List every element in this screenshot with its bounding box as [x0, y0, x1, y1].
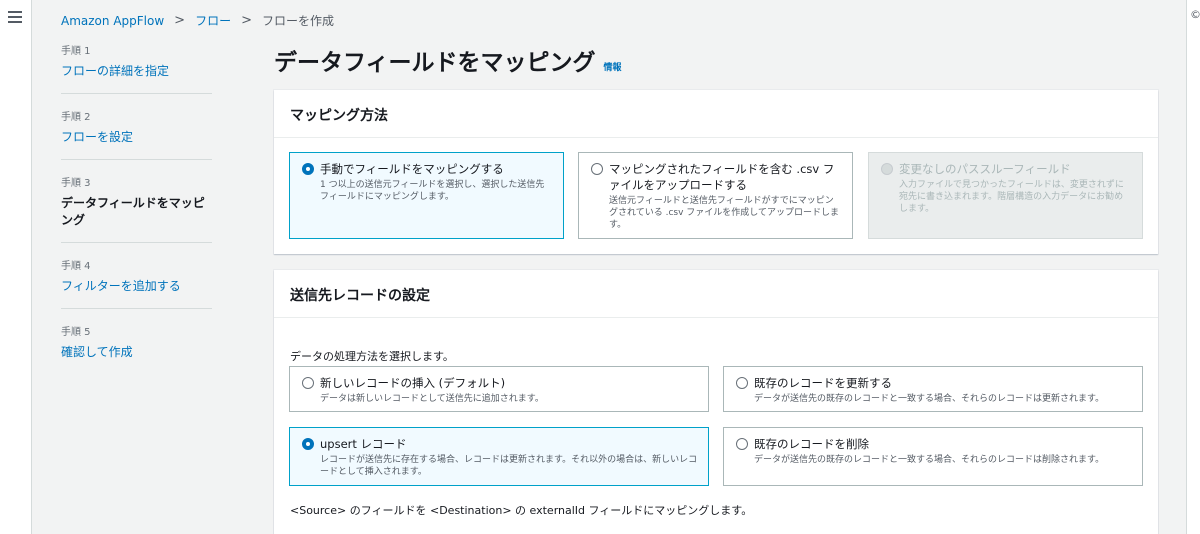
help-icon[interactable]: ©: [1190, 8, 1200, 21]
left-nav-rail: [0, 0, 32, 534]
option-description: 入力ファイルで見つかったフィールドは、変更されずに宛先に書き込まれます。階層構造…: [899, 180, 1124, 214]
step-number: 手順 4: [61, 261, 91, 272]
destination-record-panel: 送信先レコードの設定 データの処理方法を選択します。 新しいレコードの挿入 (デ…: [274, 270, 1158, 534]
page-title-text: データフィールドをマッピング: [274, 50, 596, 76]
external-id-mapping-note: <Source> のフィールドを <Destination> の externa…: [290, 504, 753, 517]
option-title: 手動でフィールドをマッピングする: [320, 162, 504, 176]
panel-heading: マッピング方法: [274, 90, 1158, 138]
step-link-configure-flow[interactable]: フローを設定: [61, 128, 212, 145]
radio-selected-icon[interactable]: [302, 163, 314, 175]
chevron-right-icon: >: [174, 13, 186, 28]
panel-heading: 送信先レコードの設定: [274, 270, 1158, 318]
mapping-option-csv-upload[interactable]: マッピングされたフィールドを含む .csv ファイルをアップロードする 送信元フ…: [578, 152, 853, 239]
option-description: レコードが送信先に存在する場合、レコードは更新されます。それ以外の場合は、新しい…: [320, 455, 698, 477]
step-link-review-create[interactable]: 確認して作成: [61, 343, 212, 360]
step-number: 手順 5: [61, 327, 91, 338]
destination-prompt: データの処理方法を選択します。: [290, 350, 454, 363]
radio-disabled-icon: [881, 163, 893, 175]
breadcrumb-appflow[interactable]: Amazon AppFlow: [61, 14, 164, 28]
breadcrumb-flows[interactable]: フロー: [195, 12, 231, 29]
breadcrumb-current: フローを作成: [261, 14, 334, 28]
wizard-step-5: 手順 5 確認して作成: [61, 323, 212, 374]
mapping-method-panel: マッピング方法 手動でフィールドをマッピングする 1 つ以上の送信元フィールドを…: [274, 90, 1158, 254]
destination-option-update[interactable]: 既存のレコードを更新する データが送信先の既存のレコードと一致する場合、それらの…: [723, 366, 1143, 412]
destination-option-insert[interactable]: 新しいレコードの挿入 (デフォルト) データは新しいレコードとして送信先に追加さ…: [289, 366, 709, 412]
hamburger-menu-icon[interactable]: [8, 11, 22, 23]
option-title: 新しいレコードの挿入 (デフォルト): [320, 376, 506, 390]
breadcrumb: Amazon AppFlow > フロー > フローを作成: [61, 12, 334, 29]
destination-option-upsert[interactable]: upsert レコード レコードが送信先に存在する場合、レコードは更新されます。…: [289, 427, 709, 486]
radio-icon[interactable]: [591, 163, 603, 175]
wizard-step-4: 手順 4 フィルターを追加する: [61, 257, 212, 309]
option-description: データが送信先の既存のレコードと一致する場合、それらのレコードは更新されます。: [754, 394, 1105, 404]
step-number: 手順 1: [61, 46, 91, 57]
wizard-step-2: 手順 2 フローを設定: [61, 108, 212, 160]
chevron-right-icon: >: [241, 13, 252, 28]
option-description: データは新しいレコードとして送信先に追加されます。: [320, 394, 544, 404]
option-description: データが送信先の既存のレコードと一致する場合、それらのレコードは削除されます。: [754, 455, 1105, 465]
radio-icon[interactable]: [736, 438, 748, 450]
step-number: 手順 3: [61, 178, 91, 189]
radio-selected-icon[interactable]: [302, 438, 314, 450]
step-number: 手順 2: [61, 112, 91, 123]
mapping-option-manual[interactable]: 手動でフィールドをマッピングする 1 つ以上の送信元フィールドを選択し、選択した…: [289, 152, 564, 239]
wizard-step-3: 手順 3 データフィールドをマッピング: [61, 174, 212, 243]
option-description: 送信元フィールドと送信先フィールドがすでにマッピングされている .csv ファイ…: [609, 196, 840, 230]
right-tools-rail: ©: [1186, 0, 1200, 534]
option-title: マッピングされたフィールドを含む .csv ファイルをアップロードする: [609, 162, 835, 192]
option-title: 既存のレコードを更新する: [754, 376, 892, 390]
option-description: 1 つ以上の送信元フィールドを選択し、選択した送信先フィールドにマッピングします…: [320, 180, 545, 202]
wizard-steps: 手順 1 フローの詳細を指定 手順 2 フローを設定 手順 3 データフィールド…: [61, 42, 212, 388]
step-current-map-fields: データフィールドをマッピング: [61, 196, 205, 227]
option-title: 変更なしのパススルーフィールド: [899, 162, 1071, 176]
page-title: データフィールドをマッピング 情報: [274, 43, 622, 77]
step-link-add-filters[interactable]: フィルターを追加する: [61, 277, 212, 294]
wizard-step-1: 手順 1 フローの詳細を指定: [61, 42, 212, 94]
radio-icon[interactable]: [736, 377, 748, 389]
mapping-option-passthrough: 変更なしのパススルーフィールド 入力ファイルで見つかったフィールドは、変更されず…: [868, 152, 1143, 239]
destination-option-delete[interactable]: 既存のレコードを削除 データが送信先の既存のレコードと一致する場合、それらのレコ…: [723, 427, 1143, 486]
option-title: 既存のレコードを削除: [754, 437, 869, 451]
radio-icon[interactable]: [302, 377, 314, 389]
step-link-flow-details[interactable]: フローの詳細を指定: [61, 62, 212, 79]
info-link[interactable]: 情報: [604, 60, 622, 73]
option-title: upsert レコード: [320, 437, 407, 451]
